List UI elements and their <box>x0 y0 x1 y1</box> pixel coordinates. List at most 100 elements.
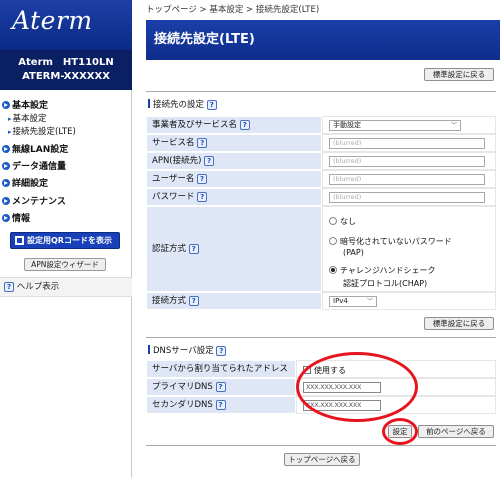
model-name: Aterm HT110LN <box>18 57 114 68</box>
sidebar-subitem-basic[interactable]: 基本設定 <box>8 112 47 124</box>
help-label: ヘルプ表示 <box>16 282 60 292</box>
sidebar-item-wlan[interactable]: 無線LAN設定 <box>2 142 68 155</box>
auth-row: 認証方式 ? なし 暗号化されていないパスワード (PAP) チャレンジハンドシ… <box>146 206 496 292</box>
help-icon[interactable]: ? <box>188 244 199 254</box>
provider-cell: 手動設定 ﹀ <box>322 116 496 134</box>
logo-banner: Aterm <box>0 0 132 50</box>
provider-row: 事業者及びサービス名 ? 手動設定 ﹀ <box>146 116 496 134</box>
service-name-row: サービス名 ? (blurred) <box>146 134 496 152</box>
auth-pap-sublabel: (PAP) <box>343 248 364 257</box>
sidebar-item-basic[interactable]: 基本設定 <box>2 98 48 111</box>
apn-input[interactable]: (blurred) <box>329 156 485 167</box>
password-label: パスワード ? <box>146 188 322 206</box>
auth-pap-radio[interactable]: 暗号化されていないパスワード <box>329 236 452 247</box>
dns-auto-label: サーバから割り当てられたアドレス <box>146 360 296 378</box>
auth-cell: なし 暗号化されていないパスワード (PAP) チャレンジハンドシェーク 認証プ… <box>322 206 496 292</box>
divider <box>146 337 496 338</box>
help-icon[interactable]: ? <box>206 100 217 110</box>
apn-wizard-button[interactable]: APN設定ウィザード <box>24 258 106 271</box>
sidebar-item-label: 無線LAN設定 <box>12 145 69 155</box>
provider-select[interactable]: 手動設定 ﹀ <box>329 120 461 131</box>
help-link[interactable]: ? ヘルプ表示 <box>0 277 132 297</box>
help-icon[interactable]: ? <box>197 174 208 184</box>
help-icon[interactable]: ? <box>197 138 208 148</box>
conn-type-select[interactable]: IPv4 ﹀ <box>329 296 377 307</box>
dns-primary-label: プライマリDNS ? <box>146 378 296 396</box>
show-qr-button[interactable]: 設定用QRコードを表示 <box>10 232 120 249</box>
help-icon[interactable]: ? <box>188 296 199 306</box>
conn-type-cell: IPv4 ﹀ <box>322 292 496 310</box>
dns-section-title: DNSサーバ設定 ? <box>148 344 227 356</box>
arrow-icon <box>2 214 10 222</box>
help-icon: ? <box>4 282 14 292</box>
help-icon[interactable]: ? <box>239 120 250 130</box>
password-input[interactable]: (blurred) <box>329 192 485 203</box>
conn-type-row: 接続方式 ? IPv4 ﹀ <box>146 292 496 310</box>
service-name-input[interactable]: (blurred) <box>329 138 485 149</box>
radio-icon <box>329 217 337 225</box>
auth-chap-radio[interactable]: チャレンジハンドシェーク <box>329 265 435 276</box>
arrow-icon <box>2 179 10 187</box>
top-page-button[interactable]: トップページへ戻る <box>284 453 360 466</box>
divider <box>146 91 496 92</box>
chevron-down-icon: ﹀ <box>366 298 373 305</box>
username-input[interactable]: (blurred) <box>329 174 485 185</box>
chevron-down-icon: ﹀ <box>450 122 457 129</box>
section-title-text: 接続先の設定 <box>153 100 205 110</box>
sidebar-subitem-lte[interactable]: 接続先設定(LTE) <box>8 125 76 137</box>
sidebar-item-maintenance[interactable]: メンテナンス <box>2 194 66 207</box>
radio-label: 暗号化されていないパスワード <box>340 237 452 246</box>
sidebar-item-label: 接続先設定(LTE) <box>12 127 76 137</box>
provider-label: 事業者及びサービス名 ? <box>146 116 322 134</box>
dns-secondary-label: セカンダリDNS ? <box>146 396 296 414</box>
connection-section-title: 接続先の設定 ? <box>148 98 217 110</box>
help-icon[interactable]: ? <box>204 156 215 166</box>
username-label: ユーザー名 ? <box>146 170 322 188</box>
breadcrumb: トップページ > 基本設定 > 接続先設定(LTE) <box>146 5 320 15</box>
sidebar-item-label: 情報 <box>12 214 31 224</box>
section-title-text: DNSサーバ設定 <box>153 346 214 356</box>
auth-chap-sublabel: 認証プロトコル(CHAP) <box>343 279 428 288</box>
radio-label: チャレンジハンドシェーク <box>340 266 436 275</box>
sidebar-item-info[interactable]: 情報 <box>2 211 30 224</box>
sidebar-item-data-usage[interactable]: データ通信量 <box>2 159 66 172</box>
apn-cell: (blurred) <box>322 152 496 170</box>
service-name-cell: (blurred) <box>322 134 496 152</box>
qr-code-icon <box>15 236 24 245</box>
help-icon[interactable]: ? <box>197 192 208 202</box>
password-cell: (blurred) <box>322 188 496 206</box>
apn-label: APN(接続先) ? <box>146 152 322 170</box>
qr-button-label: 設定用QRコードを表示 <box>27 236 112 245</box>
username-row: ユーザー名 ? (blurred) <box>146 170 496 188</box>
restore-default-button[interactable]: 標準設定に戻る <box>424 68 494 81</box>
sidebar-item-label: 基本設定 <box>12 101 49 111</box>
auth-label: 認証方式 ? <box>146 206 322 292</box>
radio-icon <box>329 237 337 245</box>
page-title: 接続先設定(LTE) <box>146 20 500 60</box>
conn-type-value: IPv4 <box>333 297 348 305</box>
divider <box>146 445 496 446</box>
prev-page-button[interactable]: 前のページへ戻る <box>418 425 494 438</box>
device-id: ATERM-XXXXXX <box>22 71 110 82</box>
help-icon[interactable]: ? <box>216 346 227 356</box>
sidebar-item-label: 基本設定 <box>12 114 47 124</box>
aterm-logo: Aterm <box>12 6 93 35</box>
sidebar-item-label: メンテナンス <box>12 197 66 207</box>
service-name-label: サービス名 ? <box>146 134 322 152</box>
help-icon[interactable]: ? <box>215 400 226 410</box>
model-banner: Aterm HT110LN ATERM-XXXXXX <box>0 50 132 90</box>
apn-row: APN(接続先) ? (blurred) <box>146 152 496 170</box>
auth-none-radio[interactable]: なし <box>329 216 356 227</box>
help-icon[interactable]: ? <box>215 382 226 392</box>
restore-default-button-2[interactable]: 標準設定に戻る <box>424 317 494 330</box>
arrow-icon <box>2 145 10 153</box>
conn-type-label: 接続方式 ? <box>146 292 322 310</box>
radio-label: なし <box>340 217 356 226</box>
arrow-icon <box>2 162 10 170</box>
sidebar-item-advanced[interactable]: 詳細設定 <box>2 176 48 189</box>
highlight-oval-set <box>382 418 418 445</box>
username-cell: (blurred) <box>322 170 496 188</box>
arrow-icon <box>2 197 10 205</box>
sidebar-item-label: 詳細設定 <box>12 179 49 189</box>
sidebar: Aterm Aterm HT110LN ATERM-XXXXXX 基本設定 基本… <box>0 0 132 478</box>
